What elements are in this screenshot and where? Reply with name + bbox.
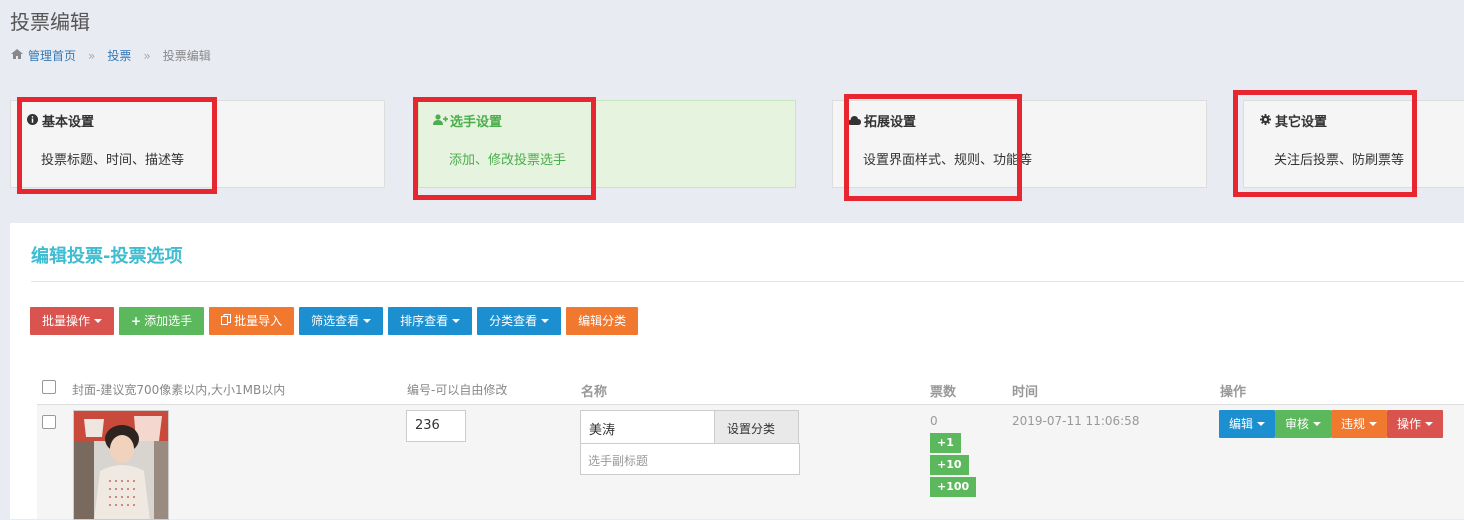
caret-down-icon xyxy=(1425,422,1434,426)
breadcrumb-separator: » xyxy=(88,48,96,63)
cover-image[interactable] xyxy=(73,410,169,520)
header-votes: 票数 xyxy=(930,385,957,400)
vote-count: 0 xyxy=(930,414,938,428)
caret-down-icon xyxy=(363,319,372,323)
add-vote-10-button[interactable]: +10 xyxy=(930,455,969,475)
timestamp: 2019-07-11 11:06:58 xyxy=(1012,414,1140,428)
header-cover: 封面-建议宽700像素以内,大小1MB以内 xyxy=(72,383,286,397)
breadcrumb-vote[interactable]: 投票 xyxy=(107,47,131,64)
copy-icon xyxy=(221,307,232,335)
violation-button[interactable]: 违规 xyxy=(1331,410,1388,438)
highlight-box xyxy=(413,97,596,200)
highlight-box xyxy=(844,94,1022,201)
panel-title: 编辑投票-投票选项 xyxy=(31,246,183,267)
header-number: 编号-可以自由修改 xyxy=(407,383,508,397)
batch-import-button[interactable]: 批量导入 xyxy=(209,307,295,335)
sort-view-button[interactable]: 排序查看 xyxy=(388,307,473,335)
caret-down-icon xyxy=(1313,422,1322,426)
review-button[interactable]: 审核 xyxy=(1275,410,1332,438)
breadcrumb-current: 投票编辑 xyxy=(162,49,211,63)
edit-category-button[interactable]: 编辑分类 xyxy=(566,307,639,335)
header-actions: 操作 xyxy=(1220,385,1247,400)
table-header: 封面-建议宽700像素以内,大小1MB以内 编号-可以自由修改 名称 票数 时间… xyxy=(10,373,1464,403)
header-name: 名称 xyxy=(581,385,608,400)
page-title: 投票编辑 xyxy=(10,10,90,34)
row-checkbox[interactable] xyxy=(42,415,56,429)
select-all-checkbox[interactable] xyxy=(42,380,56,394)
add-player-button[interactable]: + 添加选手 xyxy=(119,307,205,335)
category-view-button[interactable]: 分类查看 xyxy=(477,307,562,335)
caret-down-icon xyxy=(94,319,103,323)
subtitle-input[interactable]: 选手副标题 xyxy=(580,443,800,475)
number-input[interactable]: 236 xyxy=(406,410,466,442)
filter-view-button[interactable]: 筛选查看 xyxy=(299,307,384,335)
breadcrumb-separator: » xyxy=(143,48,151,63)
highlight-box xyxy=(1233,90,1417,197)
toolbar: 批量操作 + 添加选手 批量导入 筛选查看 排序查看 分类查看 编辑分类 xyxy=(30,307,643,335)
breadcrumb-home[interactable]: 管理首页 xyxy=(28,47,76,64)
edit-button[interactable]: 编辑 xyxy=(1219,410,1276,438)
add-vote-1-button[interactable]: +1 xyxy=(930,433,961,453)
set-category-button[interactable]: 设置分类 xyxy=(714,410,799,447)
add-vote-100-button[interactable]: +100 xyxy=(930,477,977,497)
row-actions: 编辑 审核 违规 操作 xyxy=(1219,410,1444,438)
batch-ops-button[interactable]: 批量操作 xyxy=(30,307,115,335)
caret-down-icon xyxy=(452,319,461,323)
breadcrumb: 管理首页 » 投票 » 投票编辑 xyxy=(11,47,211,64)
highlight-box xyxy=(17,97,217,194)
header-time: 时间 xyxy=(1012,385,1039,400)
plus-icon: + xyxy=(131,314,142,328)
name-input[interactable]: 美涛 xyxy=(580,410,716,444)
divider xyxy=(31,281,1464,282)
vote-options-panel: 编辑投票-投票选项 批量操作 + 添加选手 批量导入 筛选查看 排序查看 分类查看… xyxy=(10,223,1464,520)
home-icon xyxy=(11,49,23,62)
caret-down-icon xyxy=(1369,422,1378,426)
caret-down-icon xyxy=(541,319,550,323)
table-row: 236 美涛 设置分类 选手副标题 0 +1 +10 +100 2019-07-… xyxy=(37,405,1464,520)
caret-down-icon xyxy=(1257,422,1266,426)
operation-button[interactable]: 操作 xyxy=(1387,410,1444,438)
